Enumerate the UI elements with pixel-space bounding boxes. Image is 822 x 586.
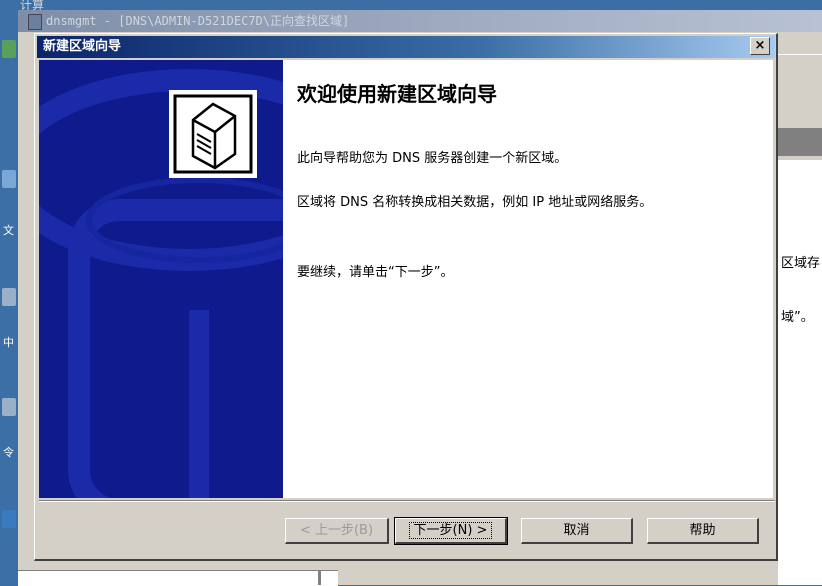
next-button-label: 下一步(N) > bbox=[408, 522, 493, 539]
mmc-toolbar bbox=[778, 54, 822, 83]
mmc-details-pane bbox=[778, 160, 822, 585]
mmc-details-header bbox=[778, 128, 822, 156]
mmc-details-text: 区域存 bbox=[781, 256, 821, 271]
wizard-title-bar[interactable]: 新建区域向导 bbox=[37, 36, 775, 58]
wizard-intro-text: 此向导帮助您为 DNS 服务器创建一个新区域。 bbox=[297, 151, 568, 166]
desktop-icon[interactable] bbox=[2, 40, 16, 58]
mmc-details-text: 域”。 bbox=[781, 310, 814, 325]
wizard-content-panel: 欢迎使用新建区域向导 此向导帮助您为 DNS 服务器创建一个新区域。 区域将 D… bbox=[283, 60, 773, 498]
desktop-icon[interactable] bbox=[2, 398, 16, 416]
mmc-splitter[interactable] bbox=[318, 570, 321, 585]
cancel-button[interactable]: 取消 bbox=[521, 518, 633, 544]
mmc-title-bar[interactable]: dnsmgmt - [DNS\ADMIN-D521DEC7D\正向查找区域] bbox=[18, 10, 822, 32]
desktop-icon[interactable] bbox=[2, 288, 16, 306]
wizard-banner bbox=[39, 60, 283, 498]
wizard-continue-text: 要继续，请单击“下一步”。 bbox=[297, 265, 454, 280]
close-button[interactable]: × bbox=[750, 37, 770, 55]
dns-console-icon bbox=[28, 14, 42, 30]
desktop-label: 中 bbox=[3, 336, 14, 349]
wizard-description-text: 区域将 DNS 名称转换成相关数据，例如 IP 地址或网络服务。 bbox=[297, 195, 653, 210]
back-button[interactable]: < 上一步(B) bbox=[285, 518, 389, 544]
new-zone-wizard-dialog: 新建区域向导 × 欢迎使用新建区域向导 此向导帮助您为 DNS 服务器创建一个新… bbox=[34, 33, 778, 561]
mmc-tree-pane bbox=[18, 570, 338, 586]
wizard-heading: 欢迎使用新建区域向导 bbox=[297, 82, 497, 106]
desktop-icon[interactable] bbox=[2, 510, 16, 528]
desktop-icon[interactable] bbox=[2, 170, 16, 188]
server-icon bbox=[169, 90, 257, 178]
desktop-label: 文 bbox=[3, 224, 14, 237]
help-button[interactable]: 帮助 bbox=[647, 518, 759, 544]
desktop-label: 令 bbox=[3, 446, 14, 459]
desktop-strip: 文 中 令 bbox=[0, 0, 18, 585]
next-button[interactable]: 下一步(N) > bbox=[394, 517, 508, 545]
button-separator bbox=[39, 500, 775, 502]
